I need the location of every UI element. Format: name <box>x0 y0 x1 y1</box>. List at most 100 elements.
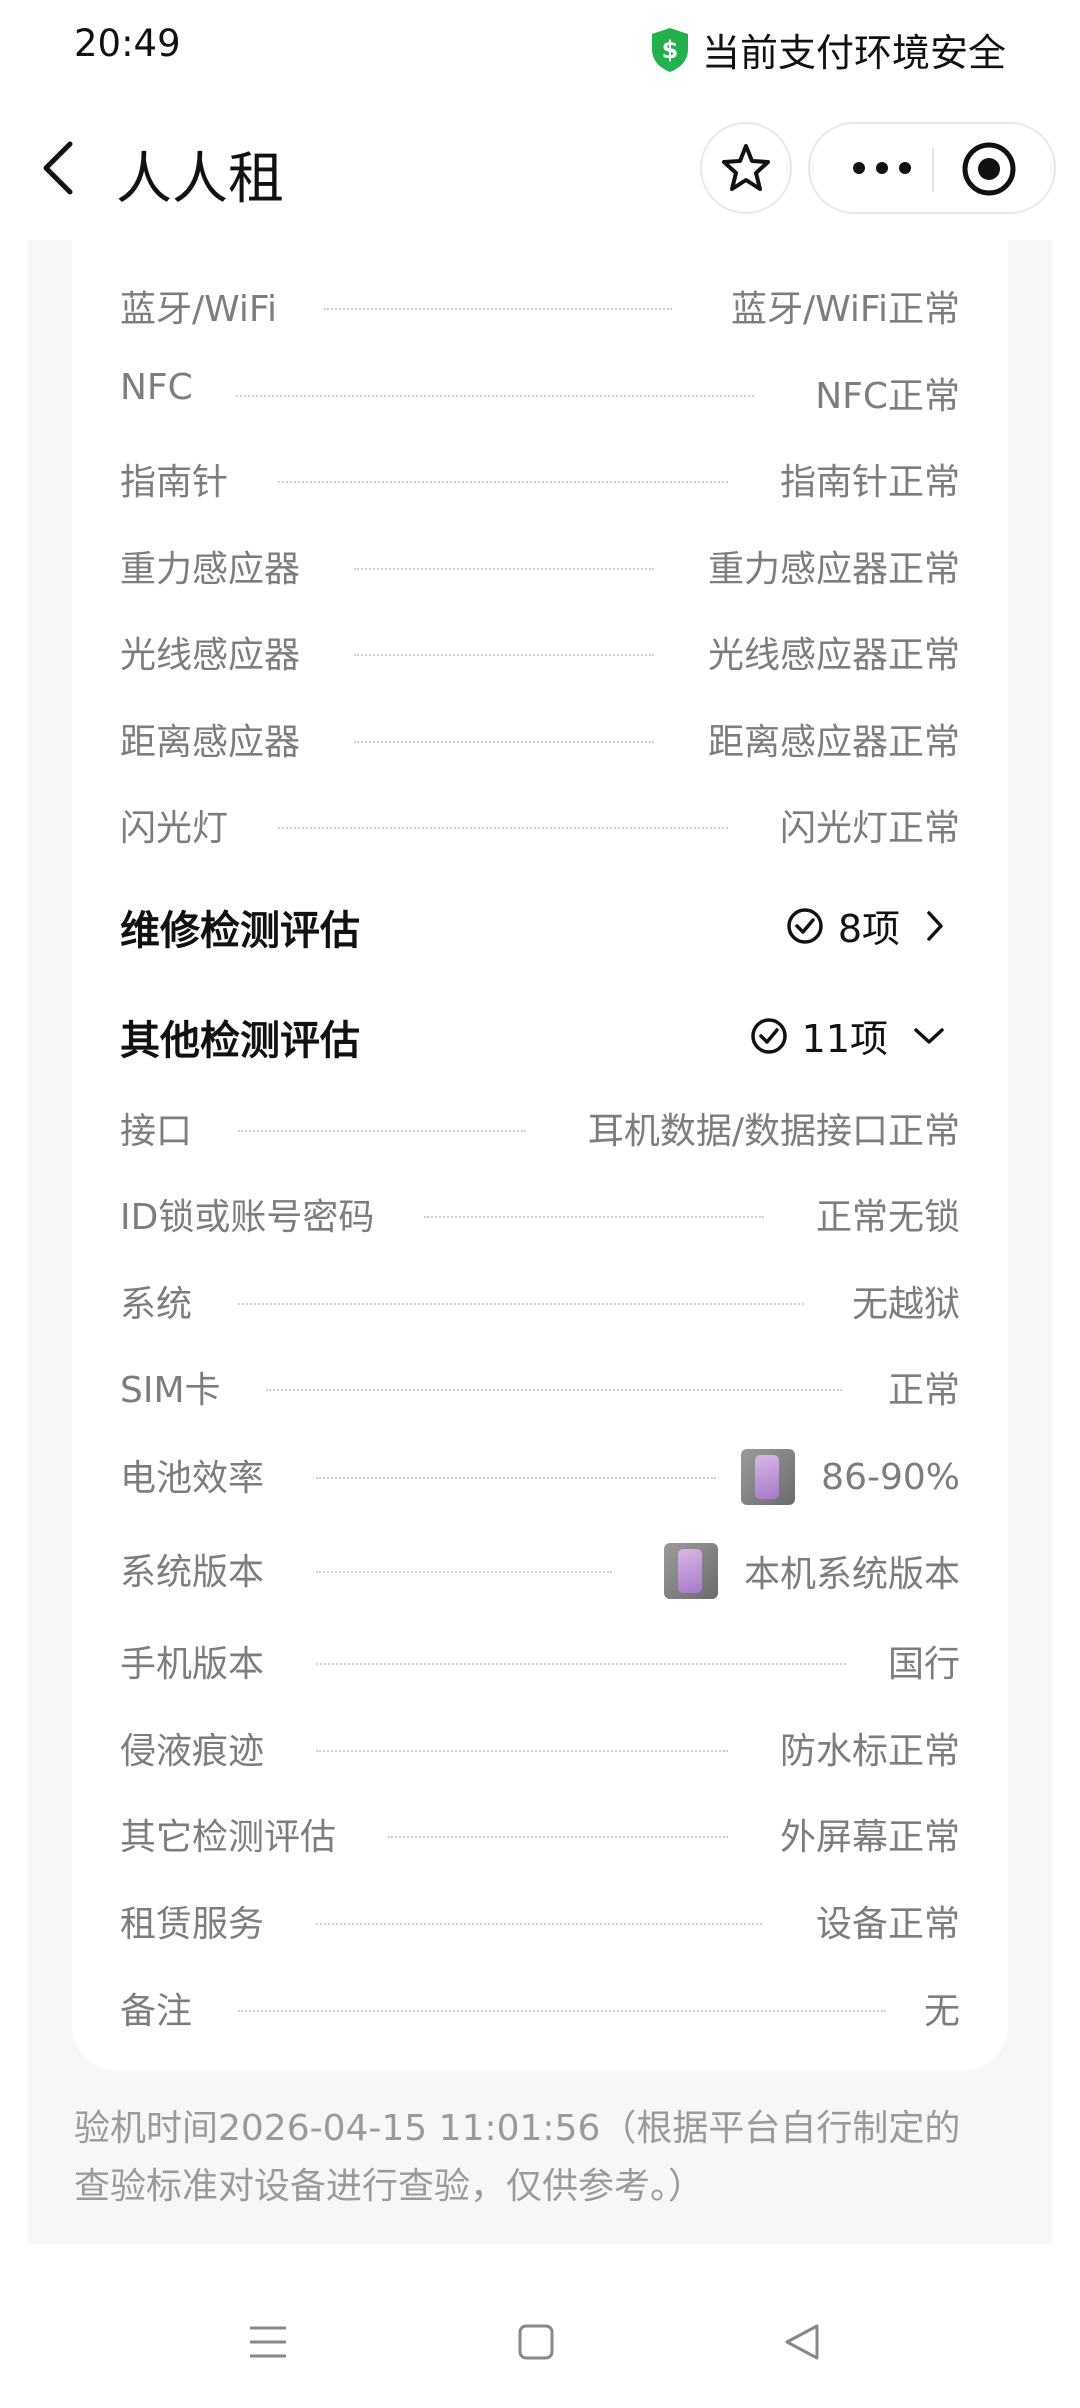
item-label: 闪光灯 <box>120 808 229 849</box>
list-item: 其它检测评估 外屏幕正常 <box>72 1802 1008 1862</box>
chevron-down-icon <box>914 1027 944 1044</box>
dotted-leader <box>238 2010 886 2012</box>
item-label: 系统版本 <box>120 1552 265 1593</box>
secure-text: 当前支付环境安全 <box>701 31 1006 75</box>
dotted-leader <box>316 1750 728 1752</box>
list-item: NFC NFC正常 <box>72 361 1008 421</box>
item-value: 蓝牙/WiFi正常 <box>730 289 960 330</box>
repair-section-header[interactable]: 维修检测评估 8项 <box>72 890 1008 960</box>
list-item: 距离感应器 距离感应器正常 <box>72 707 1008 767</box>
item-label: 电池效率 <box>120 1458 265 1499</box>
dotted-leader <box>354 654 654 656</box>
list-item: SIM卡 正常 <box>72 1355 1008 1415</box>
system-nav-bar <box>0 2290 1080 2408</box>
item-label: SIM卡 <box>120 1370 221 1411</box>
nav-bar: 人人租 <box>0 118 1080 218</box>
item-value: 指南针正常 <box>779 462 960 503</box>
item-value: 闪光灯正常 <box>779 808 960 849</box>
list-item: 租赁服务 设备正常 <box>72 1889 1008 1949</box>
inspection-card: 蓝牙/WiFi 蓝牙/WiFi正常 NFC NFC正常 指南针 指南针正常 重力… <box>72 240 1008 2070</box>
device-photo-thumbnail[interactable] <box>741 1449 796 1505</box>
menu-capsule <box>808 122 1056 214</box>
back-triangle-icon <box>785 2324 819 2360</box>
dotted-leader <box>354 568 654 570</box>
system-back-button[interactable] <box>772 2312 832 2372</box>
dotted-leader <box>354 741 654 743</box>
check-circle-icon <box>787 907 823 944</box>
section-title: 其他检测评估 <box>120 1018 360 1064</box>
secure-indicator: $ 当前支付环境安全 <box>650 22 1006 77</box>
item-value: 正常 <box>887 1370 960 1411</box>
back-button[interactable] <box>34 138 84 198</box>
item-value: 设备正常 <box>815 1904 960 1945</box>
item-value: 正常无锁 <box>815 1197 960 1238</box>
list-item: 系统版本 本机系统版本 <box>72 1537 1008 1599</box>
item-label: 其它检测评估 <box>120 1817 337 1858</box>
item-label: 重力感应器 <box>120 549 301 590</box>
dotted-leader <box>266 1389 842 1391</box>
dotted-leader <box>316 1571 612 1573</box>
device-photo-thumbnail[interactable] <box>663 1543 718 1599</box>
item-value: 光线感应器正常 <box>707 635 960 676</box>
home-square-icon <box>518 2324 554 2360</box>
check-circle-icon <box>750 1017 787 1054</box>
list-item: 闪光灯 闪光灯正常 <box>72 793 1008 853</box>
item-value: NFC正常 <box>815 376 960 417</box>
item-label: 侵液痕迹 <box>120 1731 265 1772</box>
close-miniprogram-button[interactable] <box>960 140 1018 198</box>
chevron-left-icon <box>43 141 73 195</box>
more-button[interactable] <box>838 138 926 198</box>
item-value: 耳机数据/数据接口正常 <box>587 1111 960 1152</box>
item-label: 备注 <box>120 1991 193 2032</box>
item-label: ID锁或账号密码 <box>120 1197 375 1238</box>
chevron-right-icon <box>927 910 943 941</box>
page-title: 人人租 <box>116 147 284 212</box>
star-icon <box>722 144 770 191</box>
item-value: 无 <box>923 1991 960 2032</box>
item-label: 系统 <box>120 1284 193 1325</box>
item-label: 租赁服务 <box>120 1904 265 1945</box>
dotted-leader <box>388 1836 728 1838</box>
item-value: 86-90% <box>741 1449 960 1505</box>
item-value-text: 86-90% <box>821 1456 960 1498</box>
list-item: 系统 无越狱 <box>72 1269 1008 1329</box>
item-label: NFC <box>120 367 193 408</box>
item-value: 重力感应器正常 <box>707 549 960 590</box>
item-label: 光线感应器 <box>120 635 301 676</box>
item-label: 蓝牙/WiFi <box>120 289 278 330</box>
shield-dollar-icon: $ <box>651 27 688 72</box>
list-item: 侵液痕迹 防水标正常 <box>72 1716 1008 1776</box>
dotted-leader <box>316 1477 716 1479</box>
favorite-button[interactable] <box>700 122 792 214</box>
item-value: 国行 <box>887 1644 960 1685</box>
item-label: 接口 <box>120 1111 193 1152</box>
list-item: 光线感应器 光线感应器正常 <box>72 620 1008 680</box>
section-count: 11项 <box>750 1008 960 1063</box>
section-count: 8项 <box>786 898 960 953</box>
other-section-header[interactable]: 其他检测评估 11项 <box>72 1000 1008 1070</box>
dotted-leader <box>278 481 728 483</box>
dotted-leader <box>238 1130 526 1132</box>
list-item: 指南针 指南针正常 <box>72 447 1008 507</box>
home-button[interactable] <box>506 2312 566 2372</box>
list-item: 接口 耳机数据/数据接口正常 <box>72 1096 1008 1156</box>
list-item: 重力感应器 重力感应器正常 <box>72 534 1008 594</box>
list-item: 电池效率 86-90% <box>72 1443 1008 1505</box>
list-item: 蓝牙/WiFi 蓝牙/WiFi正常 <box>72 274 1008 334</box>
item-value: 防水标正常 <box>779 1731 960 1772</box>
status-bar: 20:49 $ 当前支付环境安全 <box>0 0 1080 100</box>
item-value-text: 本机系统版本 <box>743 1554 960 1595</box>
section-count-text: 11项 <box>801 1017 888 1061</box>
inspection-footnote: 验机时间2026-04-15 11:01:56（根据平台自行制定的查验标准对设备… <box>74 2108 961 2207</box>
dotted-leader <box>238 1303 804 1305</box>
menu-button[interactable] <box>238 2312 298 2372</box>
dotted-leader <box>278 827 728 829</box>
section-title: 维修检测评估 <box>120 908 360 954</box>
capsule-divider <box>932 148 934 192</box>
item-value: 距离感应器正常 <box>707 722 960 763</box>
item-value: 无越狱 <box>851 1284 960 1325</box>
svg-text:$: $ <box>662 36 679 64</box>
list-item: ID锁或账号密码 正常无锁 <box>72 1182 1008 1242</box>
dotted-leader <box>316 1923 762 1925</box>
status-time: 20:49 <box>74 22 181 65</box>
